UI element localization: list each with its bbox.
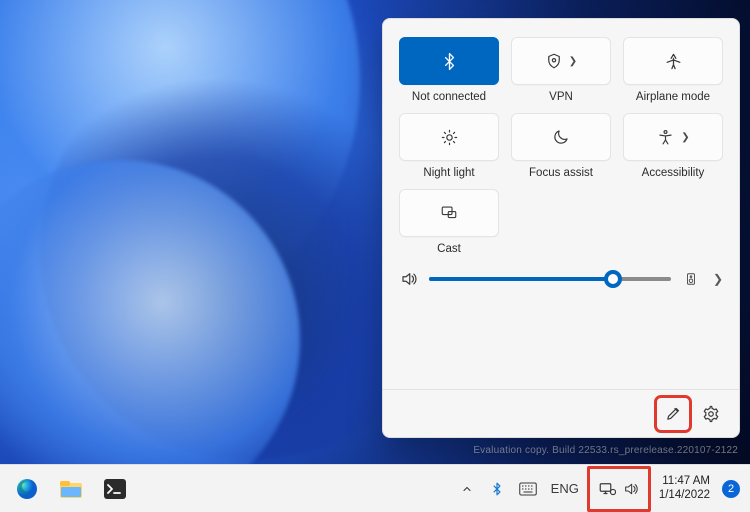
terminal-app-icon[interactable] [96, 470, 134, 508]
accessibility-icon [656, 128, 675, 147]
quick-settings-footer [383, 389, 739, 437]
tray-language-button[interactable]: ENG [545, 471, 585, 507]
quick-settings-panel: Not connected ❯ VPN Airplane mode [382, 18, 740, 438]
tray-bluetooth-icon[interactable] [483, 471, 511, 507]
evaluation-watermark: Evaluation copy. Build 22533.rs_prerelea… [473, 445, 738, 456]
taskbar-clock[interactable]: 11:47 AM 1/14/2022 [653, 475, 716, 501]
focus-assist-label: Focus assist [529, 167, 593, 179]
speaker-icon [399, 269, 419, 289]
clock-time: 11:47 AM [662, 475, 710, 488]
accessibility-label: Accessibility [642, 167, 705, 179]
night-light-toggle[interactable] [399, 113, 499, 161]
taskbar-right: ENG 11:47 AM 1/14/2022 2 [453, 466, 750, 512]
taskbar-left [0, 470, 134, 508]
pencil-icon [665, 405, 682, 422]
night-light-label: Night light [423, 167, 474, 179]
volume-slider[interactable] [429, 269, 671, 289]
tray-ime-button[interactable] [513, 471, 543, 507]
volume-row: ❯ [383, 261, 739, 291]
airplane-label: Airplane mode [636, 91, 710, 103]
taskbar: ENG 11:47 AM 1/14/2022 2 [0, 464, 750, 512]
file-explorer-app-icon[interactable] [52, 470, 90, 508]
network-icon [598, 481, 616, 497]
chevron-right-icon: ❯ [681, 132, 689, 143]
chevron-up-icon [461, 483, 473, 495]
cast-icon [439, 204, 459, 222]
vpn-label: VPN [549, 91, 573, 103]
tile-accessibility: ❯ Accessibility [623, 113, 723, 179]
tile-vpn: ❯ VPN [511, 37, 611, 103]
tile-night-light: Night light [399, 113, 499, 179]
systray-highlight [587, 466, 651, 512]
edit-quick-settings-button[interactable] [659, 400, 687, 428]
network-volume-tray[interactable] [592, 471, 646, 507]
bluetooth-icon [440, 52, 459, 71]
clock-date: 1/14/2022 [659, 489, 710, 502]
quick-settings-tiles: Not connected ❯ VPN Airplane mode [383, 19, 739, 261]
tile-cast: Cast [399, 189, 499, 255]
cast-label: Cast [437, 243, 461, 255]
shield-icon [545, 52, 563, 70]
moon-icon [552, 128, 570, 146]
all-settings-button[interactable] [697, 400, 725, 428]
vpn-toggle[interactable]: ❯ [511, 37, 611, 85]
bluetooth-toggle[interactable] [399, 37, 499, 85]
tray-overflow-button[interactable] [453, 471, 481, 507]
chevron-right-icon: ❯ [569, 56, 577, 67]
edge-app-icon[interactable] [8, 470, 46, 508]
brightness-icon [440, 128, 459, 147]
cast-toggle[interactable] [399, 189, 499, 237]
audio-output-chevron-icon[interactable]: ❯ [713, 272, 723, 286]
speaker-icon [622, 481, 640, 497]
airplane-toggle[interactable] [623, 37, 723, 85]
airplane-icon [664, 52, 683, 71]
accessibility-toggle[interactable]: ❯ [623, 113, 723, 161]
notification-badge[interactable]: 2 [722, 480, 740, 498]
tile-airplane: Airplane mode [623, 37, 723, 103]
tile-focus-assist: Focus assist [511, 113, 611, 179]
focus-assist-toggle[interactable] [511, 113, 611, 161]
audio-output-button[interactable] [681, 269, 701, 289]
bluetooth-label: Not connected [412, 91, 486, 103]
gear-icon [702, 405, 720, 423]
tile-bluetooth: Not connected [399, 37, 499, 103]
